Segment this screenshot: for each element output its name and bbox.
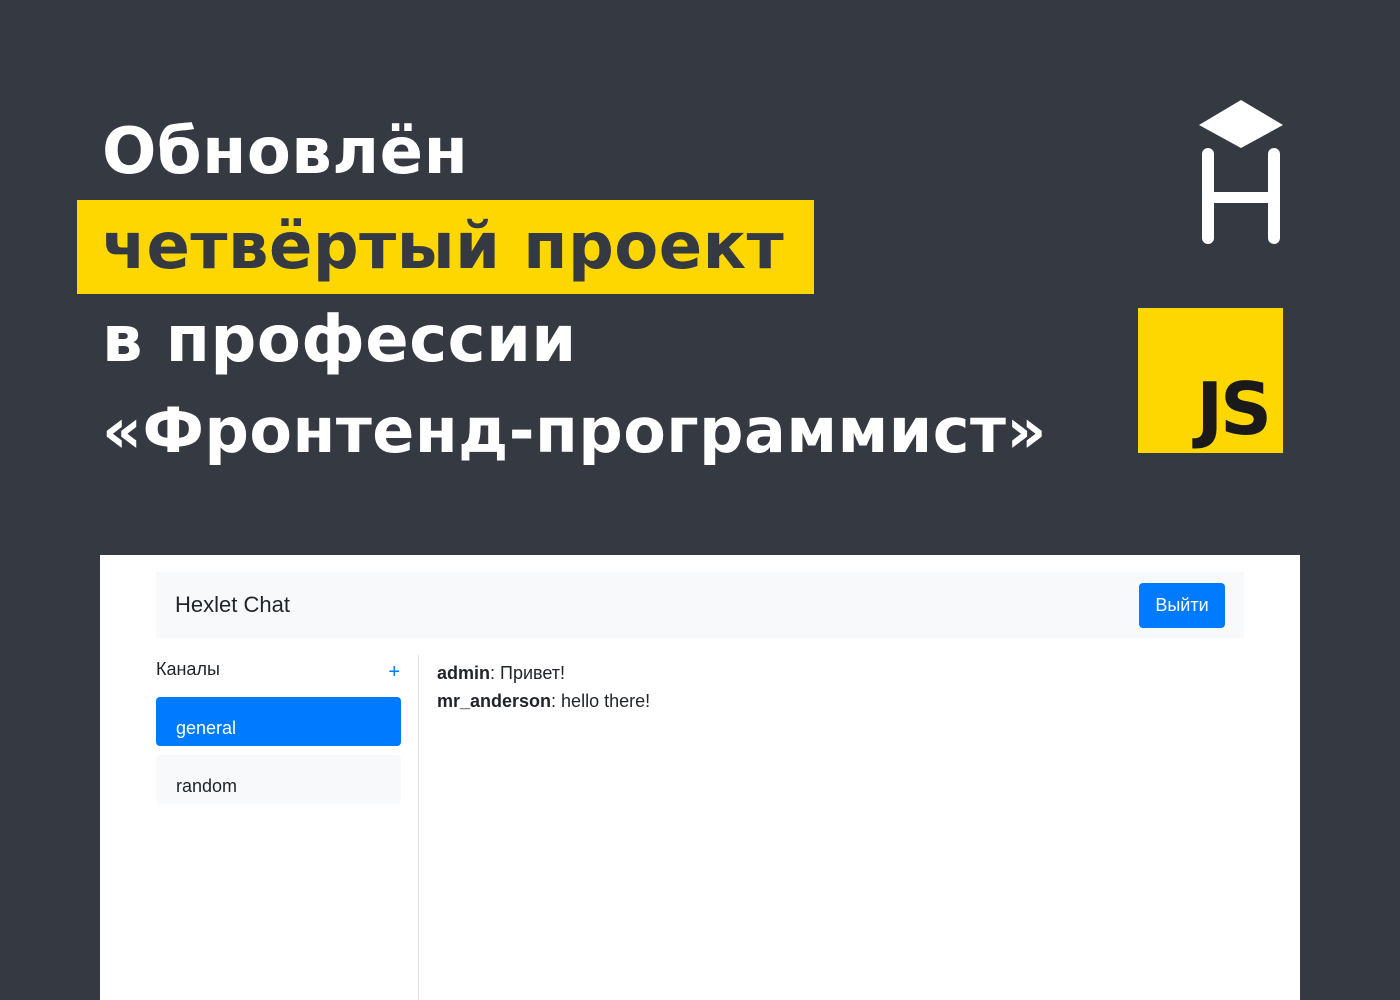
- message-author: mr_anderson: [437, 691, 552, 711]
- message-text: : Привет!: [490, 663, 566, 683]
- message-author: admin: [437, 663, 491, 683]
- channels-sidebar: Каналы + general random: [156, 655, 402, 1000]
- message-item: admin: Привет!: [437, 659, 1237, 687]
- headline-line-1: Обновлён: [102, 115, 469, 189]
- message-item: mr_anderson: hello there!: [437, 687, 1237, 715]
- channel-item-random[interactable]: random: [156, 755, 401, 804]
- channels-header: Каналы +: [156, 659, 402, 683]
- headline-line-3: в профессии: [102, 303, 577, 377]
- promo-banner: Обновлён четвёртый проект в профессии «Ф…: [0, 0, 1400, 1000]
- headline-line-4: «Фронтенд-программист»: [102, 394, 1047, 467]
- navbar: Hexlet Chat Выйти: [156, 572, 1244, 638]
- add-channel-button[interactable]: +: [388, 661, 400, 684]
- js-badge: JS: [1138, 308, 1283, 453]
- chat-app-screenshot: Hexlet Chat Выйти Каналы + general rando…: [100, 555, 1300, 1000]
- logout-button[interactable]: Выйти: [1139, 583, 1225, 628]
- sidebar-divider: [418, 655, 419, 1000]
- js-badge-label: JS: [1196, 367, 1272, 451]
- message-text: : hello there!: [551, 691, 651, 711]
- headline-line-2: четвёртый проект: [102, 210, 785, 284]
- hexlet-logo-icon: [1196, 98, 1286, 248]
- channels-title: Каналы: [156, 659, 220, 679]
- app-brand[interactable]: Hexlet Chat: [175, 592, 290, 618]
- channel-item-general[interactable]: general: [156, 697, 401, 746]
- messages-list: admin: Привет! mr_anderson: hello there!: [437, 659, 1237, 715]
